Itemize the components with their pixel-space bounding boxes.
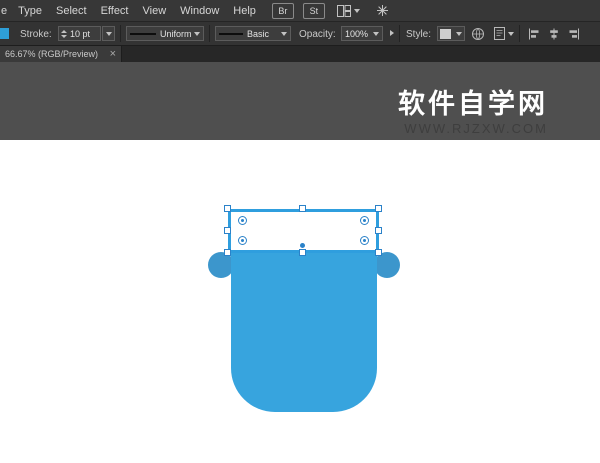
menu-effect[interactable]: Effect: [94, 5, 136, 17]
stroke-stepper[interactable]: [61, 29, 67, 38]
tab-title: 66.67% (RGB/Preview): [5, 49, 99, 59]
stepper-down-icon: [61, 34, 67, 38]
brush-dropdown[interactable]: Basic: [215, 26, 291, 41]
watermark: 软件自学网 WWW.RJZXW.COM: [398, 89, 548, 136]
menu-window[interactable]: Window: [173, 5, 226, 17]
document-setup-icon[interactable]: [471, 27, 485, 41]
stock-button[interactable]: St: [302, 2, 325, 19]
menu-help[interactable]: Help: [226, 5, 263, 17]
selection-handle[interactable]: [299, 205, 306, 212]
arrange-documents-button[interactable]: [336, 4, 360, 17]
stroke-weight-input[interactable]: 10 pt: [58, 26, 101, 41]
corner-widget-dot: [363, 219, 366, 222]
document-icon: [494, 27, 505, 40]
tab-close-icon[interactable]: ×: [110, 48, 116, 60]
corner-widget-dot: [241, 219, 244, 222]
menu-type[interactable]: Type: [11, 5, 49, 17]
stroke-weight-value: 10 pt: [70, 28, 91, 39]
style-dropdown[interactable]: [437, 26, 465, 41]
style-label: Style:: [406, 29, 432, 40]
corner-widget[interactable]: [360, 216, 369, 225]
opacity-label: Opacity:: [299, 29, 336, 40]
corner-widget-dot: [363, 239, 366, 242]
chevron-down-icon: [456, 31, 462, 36]
chevron-down-icon: [105, 31, 112, 36]
arrange-documents-icon: [336, 4, 351, 17]
align-right-icon[interactable]: [568, 28, 580, 40]
menu-select[interactable]: Select: [49, 5, 94, 17]
watermark-url: WWW.RJZXW.COM: [404, 120, 548, 136]
profile-value: Uniform: [160, 28, 192, 39]
divider: [209, 25, 210, 42]
stroke-weight-dropdown[interactable]: [102, 26, 115, 41]
divider: [399, 25, 400, 42]
flyout-chevron-icon[interactable]: [390, 30, 394, 36]
chevron-down-icon: [281, 31, 287, 36]
preferences-button[interactable]: [494, 27, 514, 40]
selection-handle[interactable]: [375, 205, 382, 212]
workspace-button[interactable]: [376, 4, 389, 17]
menu-fragment[interactable]: e: [0, 5, 11, 17]
divider: [120, 25, 121, 42]
align-center-icon[interactable]: [548, 28, 560, 40]
selection-handle[interactable]: [375, 249, 382, 256]
illustrator-window: e Type Select Effect View Window Help Br…: [0, 0, 600, 463]
watermark-title: 软件自学网: [398, 89, 548, 119]
selection-handle[interactable]: [299, 249, 306, 256]
corner-widget[interactable]: [238, 216, 247, 225]
center-point[interactable]: [300, 243, 305, 248]
control-bar: Stroke: 10 pt Uniform Basic Opacity: 100…: [0, 22, 600, 46]
selection-handle[interactable]: [224, 249, 231, 256]
chevron-down-icon: [194, 31, 200, 36]
fill-color-swatch[interactable]: [0, 28, 9, 39]
brush-value: Basic: [247, 28, 270, 39]
divider: [519, 25, 520, 42]
opacity-dropdown[interactable]: 100%: [341, 26, 383, 41]
brush-line-preview: [219, 32, 243, 35]
stroke-label: Stroke:: [20, 29, 52, 40]
chevron-down-icon: [353, 8, 360, 13]
chevron-down-icon: [373, 31, 379, 36]
align-left-icon[interactable]: [528, 28, 540, 40]
tab-bar: 66.67% (RGB/Preview) ×: [0, 46, 600, 62]
corner-widget[interactable]: [360, 236, 369, 245]
document-tab[interactable]: 66.67% (RGB/Preview) ×: [0, 46, 122, 62]
workspace-icon: [376, 5, 388, 16]
chevron-down-icon: [508, 31, 514, 36]
corner-widget[interactable]: [238, 236, 247, 245]
profile-line-preview: [130, 32, 156, 35]
bridge-button[interactable]: Br: [271, 2, 294, 19]
selection-handle[interactable]: [375, 227, 382, 234]
stepper-up-icon: [61, 29, 67, 33]
selection-handle[interactable]: [224, 205, 231, 212]
style-swatch: [440, 28, 451, 39]
menu-bar: e Type Select Effect View Window Help Br…: [0, 0, 600, 22]
corner-widget-dot: [241, 239, 244, 242]
opacity-value: 100%: [345, 28, 369, 39]
menu-view[interactable]: View: [136, 5, 174, 17]
width-profile-dropdown[interactable]: Uniform: [126, 26, 204, 41]
bucket-body-shape[interactable]: [231, 252, 377, 412]
selection-handle[interactable]: [224, 227, 231, 234]
